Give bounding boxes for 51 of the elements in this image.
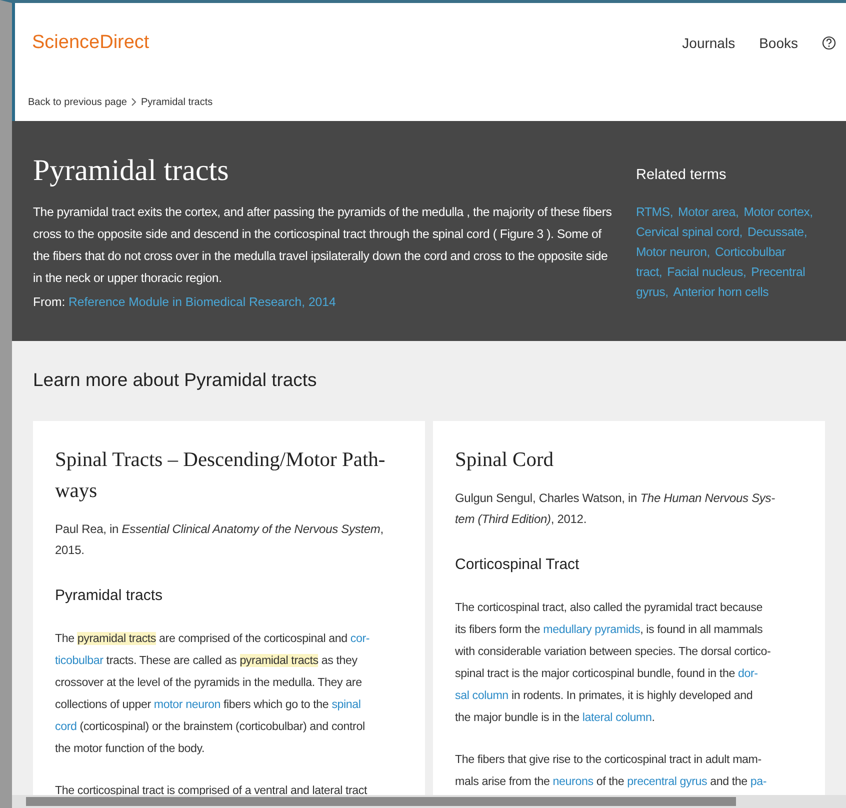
highlighted-text: pyramidal tracts <box>77 632 156 645</box>
card-section-heading: Corticospinal Tract <box>455 555 580 576</box>
term-link[interactable]: dor- <box>738 666 758 680</box>
citation-text: Gulgun Sengul, Charles Watson, in The Human Nervous Sys- tem (Third Edition), 2012. <box>455 490 776 528</box>
source-label: From: <box>33 295 66 309</box>
breadcrumb-current: Pyramidal tracts <box>140 96 213 110</box>
term-link[interactable]: ticobulbar <box>55 654 104 667</box>
highlighted-text: pyramidal tracts <box>240 654 318 667</box>
citation-text: Paul Rea, in Essential Clinical Anatomy of the Nervous System, 2015. <box>55 521 384 560</box>
term-link[interactable]: precentral gyrus <box>627 774 708 788</box>
help-icon[interactable] <box>822 36 836 50</box>
term-link[interactable]: cord <box>55 720 77 733</box>
related-term-link[interactable]: Decussate, <box>748 225 808 240</box>
term-link[interactable]: lateral column <box>582 710 652 724</box>
related-term-link[interactable]: RTMS, <box>636 205 674 220</box>
chevron-icon <box>130 98 137 106</box>
paragraph-text: The pyramidal tracts are comprised of the corticospinal and cor- ticobulbar tracts. These are called as pyramidal tracts as they crossover at the level of the pyramids in the medulla. They are collections of upper motor neuron fibers which go to the spinal cord (corticospinal) or the brainstem (corticobulbar) and control the motor function of the body. <box>55 630 371 757</box>
related-term-link[interactable]: Motor area, <box>678 205 739 220</box>
back-link[interactable]: Back to previous page <box>28 94 127 110</box>
related-term-link[interactable]: Anterior horn cells <box>673 285 769 300</box>
card-section-heading: Pyramidal tracts <box>55 586 164 606</box>
nav-link[interactable]: Books <box>759 32 798 54</box>
nav-link[interactable]: Journals <box>682 32 736 54</box>
site-logo[interactable]: ScienceDirect <box>32 28 150 58</box>
paragraph-text: The fibers that give rise to the corticospinal tract in adult mam- mals arise from the neurons of the precentral gyrus and the pa- <box>455 752 768 790</box>
related-term-link[interactable]: Motor neuron, <box>636 245 710 260</box>
related-term-link[interactable]: Cervical spinal cord, <box>636 225 743 240</box>
related-term-link[interactable]: Corticobulbar <box>714 245 786 260</box>
card-title[interactable]: Spinal Tracts – Descending/Motor Path- ways <box>55 445 407 508</box>
related-term-link[interactable]: Facial nucleus, <box>667 265 746 280</box>
scrollbar-thumb[interactable] <box>26 797 736 806</box>
horizontal-scrollbar[interactable] <box>12 795 846 808</box>
related-term-link[interactable]: gyrus, <box>636 285 668 300</box>
related-term-link[interactable]: Motor cortex, <box>744 205 813 220</box>
related-term-link[interactable]: tract, <box>636 265 662 280</box>
related-term-link[interactable]: Precentral <box>751 265 806 280</box>
topic-title: Pyramidal tracts <box>33 153 230 189</box>
paragraph-text: The corticospinal tract, also called the pyramidal tract because its fibers form the medullary pyramids, is found in all mammals with considerable variation between species. The dorsal cortico- spinal tract is the major corticospinal bundle, found in the dor- sal column in rodents. In primates, it is highly developed and the major bundle is in the lateral column. <box>455 600 772 726</box>
card-title[interactable]: Spinal Cord <box>455 445 807 476</box>
definition-text: The pyramidal tract exits the cortex, and after passing the pyramids of the medulla , the majority of these fibers cross to the opposite side and descend in the corticospinal tract through the spinal cord ( Figure 3 ). Some of the fibers that do not cross over in the medulla travel ipsilaterally down the cord and cross to the opposite side in the neck or upper thoracic region. <box>33 204 613 287</box>
section-heading: Learn more about Pyramidal tracts <box>33 369 318 392</box>
source-link[interactable]: Reference Module in Biomedical Research, 2014 <box>68 295 336 309</box>
term-link[interactable]: motor neuron <box>154 698 220 711</box>
term-link[interactable]: cor- <box>350 632 370 645</box>
related-terms-heading: Related terms <box>636 167 728 184</box>
term-link[interactable]: sal column <box>455 688 508 702</box>
term-link[interactable]: pa- <box>750 774 767 788</box>
term-link[interactable]: medullary pyramids <box>543 622 640 636</box>
term-link[interactable]: neurons <box>552 774 594 788</box>
paragraph-text: The corticospinal tract is comprised of a ventral and lateral tract <box>55 782 368 799</box>
term-link[interactable]: spinal <box>332 698 361 711</box>
